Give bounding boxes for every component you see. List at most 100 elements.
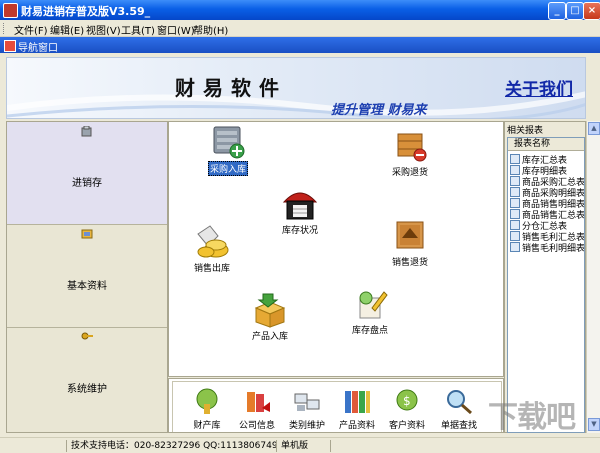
report-icon	[510, 198, 520, 208]
report-item[interactable]: 商品销售明细表	[510, 198, 584, 210]
brand-title: 财易软件	[175, 76, 287, 100]
report-icon	[510, 231, 520, 241]
bottom-toolbar: 财产库 公司信息 类别维护 产品资料 $ 客户资料 单据查找	[168, 378, 504, 433]
purchase-return-label: 采购退货	[391, 168, 428, 178]
status-mode: 单机版	[276, 440, 308, 452]
nav-section-system[interactable]: 系统维护	[7, 328, 167, 432]
bottom-tool-product[interactable]: 产品资料	[333, 388, 381, 431]
money-bag-icon: $	[396, 389, 418, 411]
scroll-up-button[interactable]: ▲	[588, 122, 600, 135]
sales-bag-icon	[197, 225, 229, 258]
minimize-button[interactable]: _	[548, 2, 566, 20]
close-button[interactable]: ×	[583, 2, 600, 20]
status-support: 技术支持电话：020-82327296 QQ:1113806749	[66, 440, 278, 452]
banner: 财易软件 提升管理 财易来 关于我们	[6, 57, 586, 119]
nav-label-basic-data: 基本资料	[67, 281, 107, 292]
status-empty-pane	[330, 440, 475, 452]
report-icon	[510, 242, 520, 252]
folder-icon	[81, 228, 93, 240]
bottom-tool-product-label: 产品资料	[338, 421, 375, 431]
key-icon	[81, 330, 93, 342]
report-item-label: 销售毛利明细表	[522, 244, 585, 254]
bottom-toolbar-inner: 财产库 公司信息 类别维护 产品资料 $ 客户资料 单据查找	[172, 381, 502, 432]
report-icon	[510, 220, 520, 230]
bottom-tool-find[interactable]: 单据查找	[435, 388, 483, 431]
computers-icon	[294, 393, 320, 411]
purchase-return-tool[interactable]: 采购退货	[375, 128, 445, 178]
menu-edit[interactable]: 编辑(E)	[50, 22, 84, 37]
crate-up-icon	[396, 221, 424, 249]
bottom-tool-company[interactable]: 公司信息	[233, 388, 281, 431]
report-item[interactable]: 库存汇总表	[510, 154, 567, 166]
about-us-link[interactable]: 关于我们	[505, 75, 573, 100]
binders-icon	[345, 391, 370, 413]
product-in-tool[interactable]: 产品入库	[235, 292, 305, 342]
warehouse-icon	[282, 192, 318, 220]
sales-return-label: 销售退货	[391, 258, 428, 268]
bottom-tool-find-label: 单据查找	[440, 421, 477, 431]
reports-list: 报表名称 库存汇总表 库存明细表 商品采购汇总表 商品采购明细表 商品销售明细表…	[507, 137, 585, 433]
status-bar: 技术支持电话：020-82327296 QQ:1113806749 单机版	[0, 437, 600, 453]
bottom-tool-asset[interactable]: 财产库	[183, 388, 231, 431]
report-item[interactable]: 商品采购明细表	[510, 187, 584, 199]
magnifier-icon	[447, 390, 472, 415]
sales-return-tool[interactable]: 销售退货	[375, 218, 445, 268]
report-icon	[510, 176, 520, 186]
menu-help[interactable]: 帮助(H)	[193, 22, 228, 37]
bottom-tool-company-label: 公司信息	[238, 421, 275, 431]
bottom-tool-customer[interactable]: $ 客户资料	[383, 388, 431, 431]
stock-count-label: 库存盘点	[351, 326, 388, 336]
bottom-tool-category-label: 类别维护	[288, 421, 325, 431]
menu-file[interactable]: 文件(F)	[14, 22, 48, 37]
banner-decoration	[7, 91, 585, 118]
nav-window-title: 导航窗口	[18, 43, 58, 54]
box-icon	[81, 125, 93, 138]
vertical-scrollbar[interactable]: ▲ ▼	[586, 121, 600, 433]
maximize-button[interactable]: □	[566, 2, 584, 20]
menu-bar: 文件(F) 编辑(E) 视图(V) 工具(T) 窗口(W) 帮助(H)	[0, 20, 600, 37]
money-tree-icon	[196, 388, 218, 414]
books-icon	[247, 392, 270, 412]
nav-window-titlebar: 导航窗口	[0, 37, 600, 54]
report-item[interactable]: 库存明细表	[510, 165, 567, 177]
product-in-label: 产品入库	[251, 332, 288, 342]
sales-out-label: 销售出库	[193, 264, 230, 274]
nav-label-system: 系统维护	[67, 384, 107, 395]
stock-status-tool[interactable]: 库存状况	[265, 184, 335, 236]
nav-section-basic-data[interactable]: 基本资料	[7, 225, 167, 328]
left-nav: 进销存 基本资料 系统维护	[6, 121, 168, 433]
sales-out-tool[interactable]: 销售出库	[177, 222, 247, 274]
nav-window-icon	[4, 40, 16, 52]
report-icon	[510, 209, 520, 219]
report-icon	[510, 154, 520, 164]
server-add-icon	[213, 126, 245, 159]
report-item[interactable]: 分仓汇总表	[510, 220, 567, 232]
report-icon	[510, 165, 520, 175]
report-item[interactable]: 销售毛利明细表	[510, 242, 585, 254]
menu-grip	[3, 23, 7, 34]
purchase-in-label: 采购入库	[207, 161, 248, 176]
stock-status-label: 库存状况	[281, 226, 318, 236]
bottom-tool-category[interactable]: 类别维护	[283, 388, 331, 431]
report-item[interactable]: 销售毛利汇总表	[510, 231, 584, 243]
scroll-down-button[interactable]: ▼	[588, 418, 600, 431]
count-pencil-icon	[359, 291, 388, 319]
menu-window[interactable]: 窗口(W)	[157, 22, 195, 37]
stock-count-tool[interactable]: 库存盘点	[335, 286, 405, 336]
reports-panel: 相关报表 报表名称 库存汇总表 库存明细表 商品采购汇总表 商品采购明细表 商品…	[504, 121, 586, 433]
brand-slogan: 提升管理 财易来	[331, 103, 427, 118]
nav-label-inventory: 进销存	[72, 178, 102, 189]
bottom-tool-asset-label: 财产库	[193, 421, 221, 431]
purchase-in-tool[interactable]: 采购入库	[193, 124, 263, 176]
menu-tools[interactable]: 工具(T)	[121, 22, 155, 37]
box-in-icon	[254, 293, 286, 328]
title-bar: 财易进销存普及版V3.59_ _ □ ×	[0, 0, 600, 20]
report-item[interactable]: 商品销售汇总表	[510, 209, 584, 221]
workflow-canvas: 采购入库 采购退货 库存状况 销售出库 销售退货 产品入库 库存盘点	[168, 121, 504, 377]
app-icon	[3, 3, 18, 18]
bottom-tool-customer-label: 客户资料	[388, 421, 425, 431]
nav-section-inventory[interactable]: 进销存	[7, 122, 167, 225]
reports-list-header[interactable]: 报表名称	[508, 138, 584, 151]
menu-view[interactable]: 视图(V)	[86, 22, 121, 37]
report-item[interactable]: 商品采购汇总表	[510, 176, 584, 188]
